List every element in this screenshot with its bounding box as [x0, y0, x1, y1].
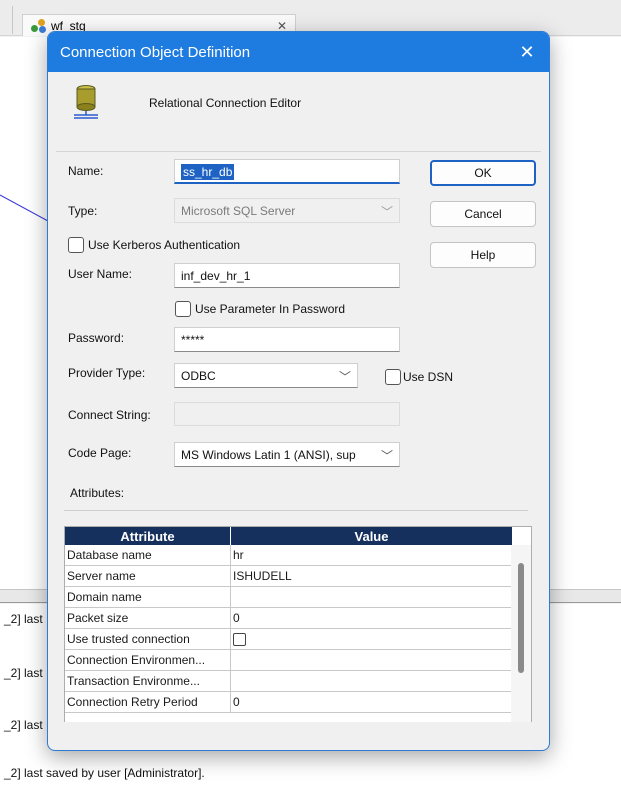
database-icon: [74, 85, 98, 119]
table-row[interactable]: Transaction Environme...: [65, 671, 513, 692]
attribute-name-cell: Packet size: [65, 608, 231, 628]
name-label: Name:: [68, 164, 104, 178]
editor-label: Relational Connection Editor: [149, 96, 302, 110]
attributes-divider: [64, 510, 528, 511]
attribute-value-cell[interactable]: [231, 671, 513, 691]
attribute-name-cell: Server name: [65, 566, 231, 586]
type-label: Type:: [68, 204, 98, 218]
username-label: User Name:: [68, 267, 133, 281]
log-line: _2] last saved by user [Administrator].: [4, 766, 205, 780]
scrollbar-thumb[interactable]: [518, 563, 524, 673]
type-value: Microsoft SQL Server: [181, 204, 296, 218]
help-button[interactable]: Help: [430, 242, 536, 268]
connect-string-label: Connect String:: [68, 408, 151, 422]
table-row[interactable]: Use trusted connection: [65, 629, 513, 650]
chevron-down-icon: ﹀: [380, 205, 393, 219]
dialog-title: Connection Object Definition: [60, 43, 251, 61]
table-row[interactable]: Connection Environmen...: [65, 650, 513, 671]
name-input[interactable]: ss_hr_db: [174, 159, 400, 184]
type-select: Microsoft SQL Server ﹀: [174, 198, 400, 223]
attribute-value-cell[interactable]: [231, 650, 513, 670]
attribute-value-cell[interactable]: [231, 629, 513, 649]
username-value: inf_dev_hr_1: [181, 269, 251, 283]
attribute-value-cell[interactable]: ISHUDELL: [231, 566, 513, 586]
table-row[interactable]: Packet size 0: [65, 608, 513, 629]
column-header-value[interactable]: Value: [231, 527, 513, 545]
log-line: _2] last: [4, 718, 43, 732]
log-line: _2] last: [4, 666, 43, 680]
grid-scrollbar[interactable]: [511, 545, 531, 722]
column-header-attribute[interactable]: Attribute: [65, 527, 231, 545]
provider-type-label: Provider Type:: [68, 366, 146, 380]
password-label: Password:: [68, 331, 125, 345]
close-icon[interactable]: ✕: [515, 40, 539, 64]
workflow-icon: [31, 18, 47, 33]
attribute-value-cell[interactable]: [231, 587, 513, 607]
provider-type-value: ODBC: [181, 369, 216, 383]
password-value: *****: [181, 333, 205, 347]
code-page-value: MS Windows Latin 1 (ANSI), sup: [181, 448, 356, 462]
attribute-name-cell: Transaction Environme...: [65, 671, 231, 691]
toolbar-separator: [12, 6, 13, 34]
cancel-button[interactable]: Cancel: [430, 201, 536, 227]
attribute-value-cell[interactable]: 0: [231, 692, 513, 712]
table-row[interactable]: Server name ISHUDELL: [65, 566, 513, 587]
attribute-name-cell: Connection Retry Period: [65, 692, 231, 712]
attributes-grid: Attribute Value Database name hr Server …: [64, 526, 532, 722]
use-dsn-checkbox[interactable]: [385, 369, 401, 385]
name-value: ss_hr_db: [181, 164, 235, 180]
connect-string-input: [174, 402, 400, 426]
use-dsn-label: Use DSN: [403, 370, 454, 384]
connection-object-dialog: Connection Object Definition ✕ Relationa…: [47, 31, 550, 751]
attribute-value-cell[interactable]: hr: [231, 545, 513, 565]
username-input[interactable]: inf_dev_hr_1: [174, 263, 400, 288]
chevron-down-icon: ﹀: [338, 370, 351, 384]
table-row[interactable]: Database name hr: [65, 545, 513, 566]
dialog-titlebar: Connection Object Definition ✕: [48, 32, 549, 72]
attributes-label: Attributes:: [70, 486, 125, 500]
table-row[interactable]: Domain name: [65, 587, 513, 608]
trusted-connection-checkbox[interactable]: [233, 633, 246, 646]
attributes-table: Attribute Value Database name hr Server …: [65, 527, 513, 713]
attribute-name-cell: Use trusted connection: [65, 629, 231, 649]
param-password-label: Use Parameter In Password: [195, 302, 346, 316]
attribute-name-cell: Domain name: [65, 587, 231, 607]
attribute-value-cell[interactable]: 0: [231, 608, 513, 628]
provider-type-select[interactable]: ODBC ﹀: [174, 363, 358, 388]
param-password-checkbox[interactable]: [175, 301, 191, 317]
editor-header: Relational Connection Editor: [56, 72, 541, 152]
kerberos-label: Use Kerberos Authentication: [88, 238, 241, 252]
attribute-name-cell: Connection Environmen...: [65, 650, 231, 670]
table-row[interactable]: Connection Retry Period 0: [65, 692, 513, 713]
chevron-down-icon: ﹀: [380, 449, 393, 463]
code-page-select[interactable]: MS Windows Latin 1 (ANSI), sup ﹀: [174, 442, 400, 467]
ok-button[interactable]: OK: [430, 160, 536, 186]
log-line: _2] last: [4, 612, 43, 626]
code-page-label: Code Page:: [68, 446, 132, 460]
password-input[interactable]: *****: [174, 327, 400, 352]
grid-header-row: Attribute Value: [65, 527, 513, 545]
kerberos-checkbox[interactable]: [68, 237, 84, 253]
attribute-name-cell: Database name: [65, 545, 231, 565]
